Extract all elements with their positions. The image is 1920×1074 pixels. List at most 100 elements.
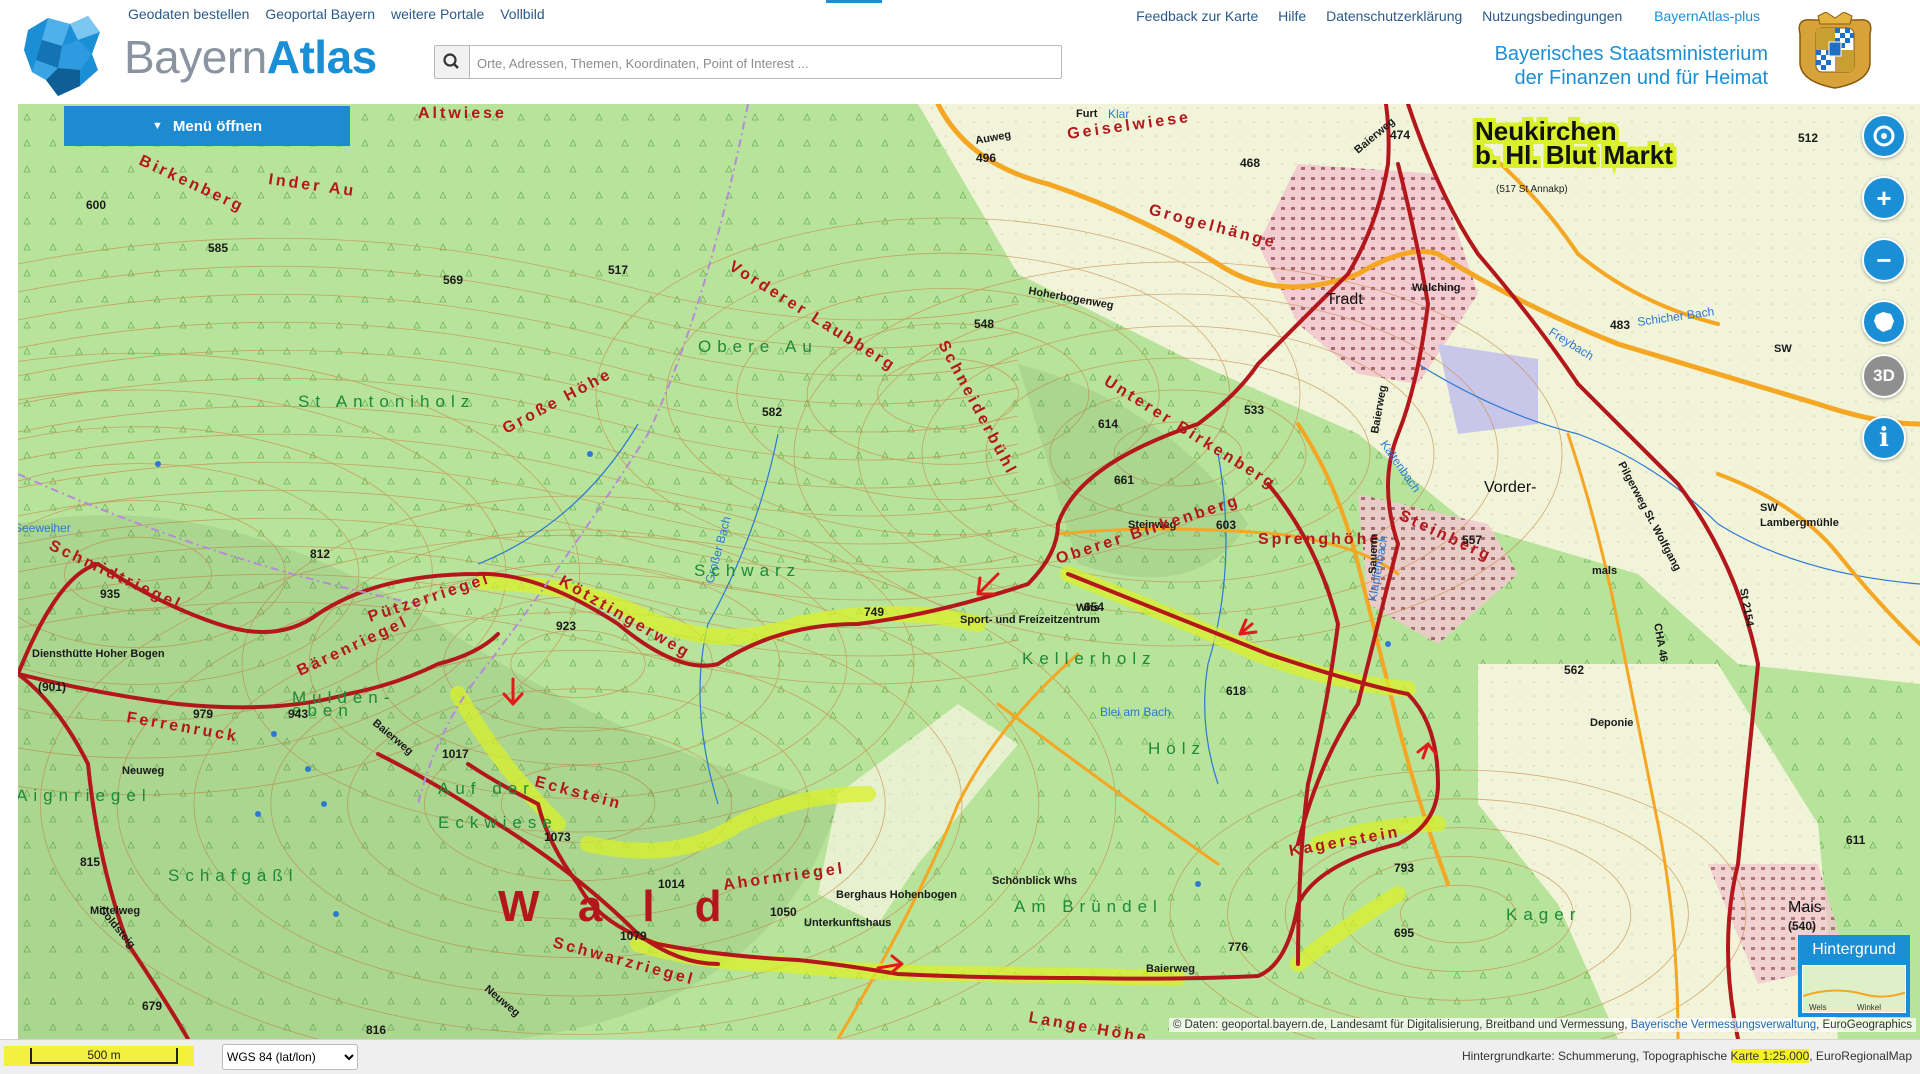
link-geodaten-bestellen[interactable]: Geodaten bestellen <box>128 6 249 22</box>
map-label: 611 <box>1846 833 1866 847</box>
map-label: Neuweg <box>122 765 164 777</box>
map-label: Obere Au <box>698 337 818 356</box>
map-label: mals <box>1592 565 1617 577</box>
map-label: 776 <box>1228 940 1248 954</box>
top-links-nav: Geodaten bestellen Geoportal Bayern weit… <box>128 6 557 22</box>
right-links-nav: Feedback zur Karte Hilfe Datenschutzerkl… <box>1120 8 1760 24</box>
map-label: 661 <box>1114 473 1134 487</box>
thumbnail-label-winkel: Winkel <box>1857 1003 1881 1012</box>
ministry-line-1: Bayerisches Staatsministerium <box>1494 43 1768 65</box>
map-label: 533 <box>1244 403 1264 417</box>
map-label: 483 <box>1610 318 1630 332</box>
bgmap-scale-highlight: Karte 1:25.000 <box>1730 1049 1810 1063</box>
attribution-ldbv: , Landesamt für Digitalisierung, Breitba… <box>1323 1019 1631 1031</box>
map-label: Vorder- <box>1484 479 1536 496</box>
map-label: 517 <box>608 263 628 277</box>
map-label: Blei am Bach <box>1100 705 1171 719</box>
ministry-title[interactable]: Bayerisches Staatsministerium der Finanz… <box>1495 42 1768 90</box>
3d-view-button[interactable]: 3D <box>1862 354 1906 398</box>
map-label: 816 <box>366 1023 386 1037</box>
map-attribution: © Daten: geoportal.bayern.de, Landesamt … <box>1168 1018 1916 1032</box>
bavaria-shape-icon <box>1874 312 1894 332</box>
map-label: Furt <box>1076 108 1098 120</box>
zoom-out-button[interactable]: − <box>1862 238 1906 282</box>
map-label: Am Bründel <box>1014 897 1163 916</box>
search-button[interactable] <box>435 46 470 78</box>
zoom-in-button[interactable]: + <box>1862 176 1906 220</box>
map-label: Seewelher <box>18 521 71 535</box>
map-label: SW <box>1774 343 1792 355</box>
link-nutzungsbedingungen[interactable]: Nutzungsbedingungen <box>1482 8 1622 24</box>
link-hilfe[interactable]: Hilfe <box>1278 8 1306 24</box>
map-label: Mais <box>1788 899 1822 916</box>
map-label: 569 <box>443 273 463 287</box>
link-weitere-portale[interactable]: weitere Portale <box>391 6 484 22</box>
map-label: Aignriegel <box>18 786 152 805</box>
map-label: 557 <box>1462 533 1482 547</box>
map-label: b. Hl. Blut Markt <box>1475 140 1673 170</box>
attribution-prefix: © Daten: <box>1172 1019 1222 1031</box>
map-label: Eckwiese <box>438 813 558 832</box>
map-label: Tradt <box>1326 291 1363 308</box>
link-vollbild[interactable]: Vollbild <box>500 6 544 22</box>
attribution-geoportal[interactable]: geoportal.bayern.de <box>1222 1019 1324 1031</box>
link-datenschutz[interactable]: Datenschutzerklärung <box>1326 8 1462 24</box>
map-label: Sprenghöhe <box>1258 531 1381 548</box>
locate-button[interactable] <box>1862 114 1906 158</box>
map-label: 1079 <box>620 929 647 943</box>
logo-part-atlas: Atlas <box>266 31 377 83</box>
map-label: Walching <box>1412 282 1460 294</box>
map-label: Wald <box>498 882 761 931</box>
map-label: 562 <box>1564 663 1584 677</box>
link-geoportal-bayern[interactable]: Geoportal Bayern <box>265 6 375 22</box>
map-label: Kellerholz <box>1022 649 1157 668</box>
link-feedback[interactable]: Feedback zur Karte <box>1136 8 1258 24</box>
background-map-info: Hintergrundkarte: Schummerung, Topograph… <box>1462 1049 1912 1063</box>
bgmap-suffix: , EuroRegionalMap <box>1809 1049 1912 1063</box>
3d-label: 3D <box>1873 366 1895 385</box>
map-label: Altwiese <box>418 105 507 122</box>
bavaria-logo-icon[interactable] <box>18 10 108 100</box>
background-switcher[interactable]: Hintergrund Wels Winkel <box>1798 935 1910 1017</box>
map-label: 749 <box>864 605 884 619</box>
map-label: 468 <box>1240 156 1260 170</box>
map-label: 496 <box>976 151 996 165</box>
header-bar: Geodaten bestellen Geoportal Bayern weit… <box>0 0 1920 104</box>
bavarian-coat-of-arms-icon[interactable] <box>1792 12 1878 90</box>
attribution-link[interactable]: Bayerische Vermessungsverwaltung <box>1631 1019 1816 1031</box>
map-label: 618 <box>1226 684 1246 698</box>
map-label: Kager <box>1506 905 1581 924</box>
info-button[interactable]: i <box>1862 416 1906 460</box>
map-label: 679 <box>142 999 162 1013</box>
map-canvas[interactable]: Altwiese Birkenberg Inder Au 600 585 569 517 49… <box>18 104 1920 1039</box>
thumbnail-map-icon: Wels Winkel <box>1803 966 1905 1012</box>
map-label: Holz <box>1148 739 1206 758</box>
link-bayernatlas-plus[interactable]: BayernAtlas-plus <box>1654 8 1760 24</box>
background-thumbnail[interactable]: Wels Winkel <box>1802 965 1906 1013</box>
plus-icon: + <box>1876 182 1892 213</box>
bavaria-extent-button[interactable] <box>1862 300 1906 344</box>
map-label: 512 <box>1798 131 1818 145</box>
crs-select[interactable]: WGS 84 (lat/lon) <box>222 1044 358 1070</box>
minus-icon: − <box>1876 244 1892 275</box>
crosshair-locate-icon <box>1873 125 1895 147</box>
footer-bar: 500 m WGS 84 (lat/lon) Hintergrundkarte:… <box>0 1039 1920 1074</box>
map-label: Sport- und Freizeitzentrum <box>960 614 1100 626</box>
search-input[interactable] <box>475 46 1059 80</box>
topographic-map[interactable]: AltwieseBirkenberg Inder Au60058556951749… <box>18 104 1920 1039</box>
map-label: (517 St Annakp) <box>1496 184 1568 195</box>
map-label: 585 <box>208 241 228 255</box>
map-label: 603 <box>1216 518 1236 532</box>
map-label: 812 <box>310 547 330 561</box>
menu-open-button[interactable]: ▼ Menü öffnen <box>64 106 350 146</box>
bgmap-prefix: Hintergrundkarte: Schummerung, Topograph… <box>1461 1049 1731 1063</box>
map-label: 474 <box>1390 128 1410 142</box>
search-box <box>434 45 1062 80</box>
map-label: Schwarz <box>694 561 801 580</box>
map-label: Diensthütte Hoher Bogen <box>32 648 165 660</box>
bayernatlas-logo-text[interactable]: BayernAtlas <box>124 34 377 80</box>
map-label: Baierweg <box>1146 963 1195 975</box>
map-label: Schönblick Whs <box>992 875 1077 887</box>
logo-part-bayern: Bayern <box>124 31 267 83</box>
map-label: 1050 <box>770 905 797 919</box>
